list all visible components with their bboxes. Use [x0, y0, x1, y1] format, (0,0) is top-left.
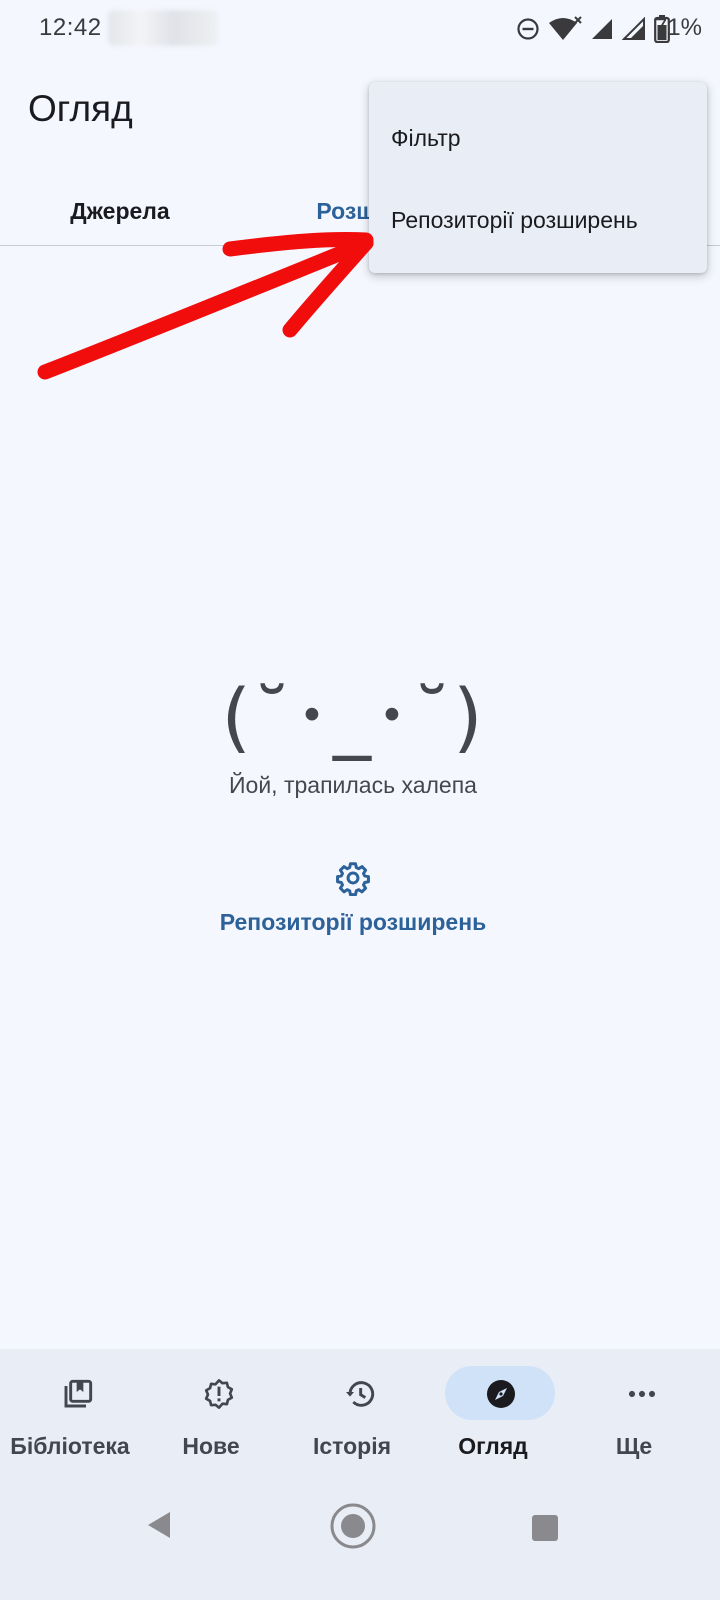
compass-icon [487, 1380, 515, 1408]
nav-label-more: Ще [615, 1433, 653, 1459]
wifi-icon [549, 16, 582, 40]
error-kaomoji: (˘･_･˘) [221, 672, 485, 761]
status-icons [516, 13, 670, 45]
error-message: Йой, трапилась халепа [229, 772, 477, 798]
status-time: 12:42 [39, 14, 102, 41]
bottom-navigation: Бібліотека Нове Історія Огляд Ще [0, 1349, 720, 1470]
gear-icon [336, 862, 370, 896]
nav-item-more[interactable]: Ще [564, 1349, 704, 1470]
nav-item-browse[interactable]: Огляд [423, 1349, 563, 1470]
extension-repos-label: Репозиторії розширень [219, 909, 487, 935]
back-icon[interactable] [146, 1510, 172, 1540]
status-bar: 12:42 71% [0, 0, 720, 60]
page-title: Огляд [28, 88, 133, 129]
new-badge-icon [204, 1379, 234, 1409]
nav-item-history[interactable]: Історія [282, 1349, 422, 1470]
menu-item-filter[interactable]: Фільтр [391, 125, 461, 152]
extension-repos-button[interactable]: Репозиторії розширень [203, 855, 503, 950]
dnd-icon [517, 18, 539, 40]
library-icon [64, 1379, 93, 1408]
signal-icon [592, 19, 612, 39]
menu-item-extension-repos[interactable]: Репозиторії розширень [391, 207, 638, 234]
overflow-menu: Фільтр Репозиторії розширень [369, 82, 707, 273]
home-icon[interactable] [329, 1502, 377, 1550]
tab-sources-label: Джерела [70, 197, 170, 224]
blurred-notification-icons [108, 10, 218, 46]
battery-percent: 71% [653, 14, 702, 41]
system-navigation-bar [0, 1470, 720, 1600]
signal-icon-2 [622, 17, 645, 40]
history-icon [346, 1381, 375, 1407]
nav-item-library[interactable]: Бібліотека [0, 1349, 140, 1470]
more-icon [628, 1390, 656, 1398]
nav-item-updates[interactable]: Нове [141, 1349, 281, 1470]
tab-sources[interactable]: Джерела [0, 178, 240, 244]
recent-apps-icon[interactable] [532, 1515, 558, 1541]
